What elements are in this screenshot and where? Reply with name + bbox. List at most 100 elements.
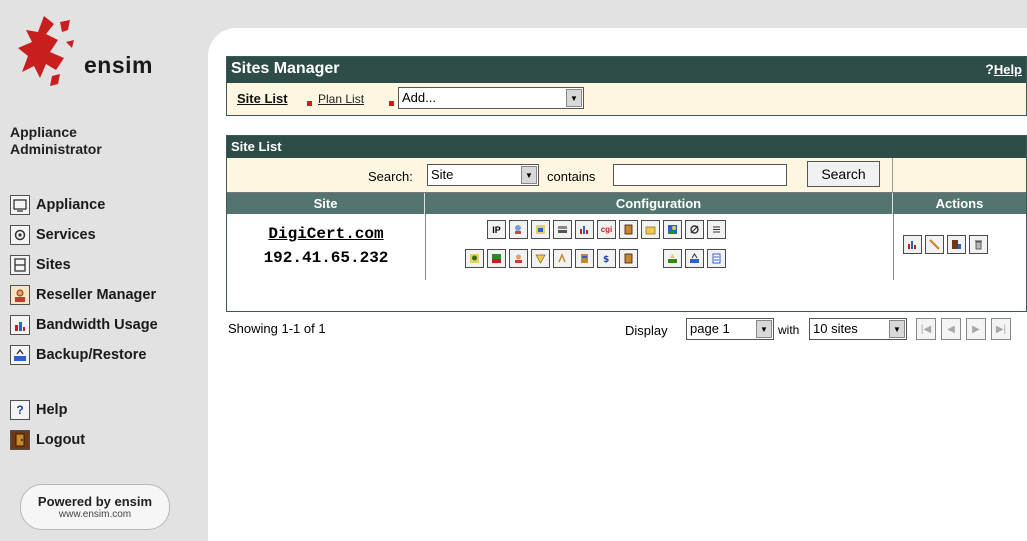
nav-label-help: Help bbox=[36, 402, 68, 418]
upload-config-icon[interactable] bbox=[663, 249, 682, 268]
ip-icon-text: IP bbox=[492, 224, 501, 235]
search-input[interactable] bbox=[613, 164, 787, 186]
column-header-configuration: Configuration bbox=[425, 193, 893, 214]
add-select-value: Add... bbox=[402, 90, 436, 105]
sites-icon bbox=[10, 255, 30, 275]
database-config-icon[interactable] bbox=[575, 249, 594, 268]
log-config-icon[interactable] bbox=[707, 249, 726, 268]
nav-item-backup-restore[interactable]: Backup/Restore bbox=[10, 343, 146, 367]
sidebar: ensim Appliance Administrator Appliance … bbox=[0, 0, 208, 541]
edit-pencil-icon[interactable] bbox=[925, 235, 944, 254]
site-name-link[interactable]: DigiCert.com bbox=[227, 225, 425, 243]
file-manager-icon[interactable] bbox=[531, 220, 550, 239]
help-link-label: Help bbox=[993, 62, 1022, 77]
last-page-icon[interactable]: ▶| bbox=[991, 318, 1011, 340]
column-header-actions: Actions bbox=[935, 196, 984, 211]
server-config-icon[interactable] bbox=[553, 220, 572, 239]
tab-site-list[interactable]: Site List bbox=[237, 91, 288, 106]
per-page-value: 10 sites bbox=[813, 321, 858, 336]
search-field-select[interactable]: Site ▼ bbox=[427, 164, 539, 186]
user-search-icon[interactable] bbox=[509, 220, 528, 239]
suspend-action-icon[interactable] bbox=[947, 235, 966, 254]
nav-item-services[interactable]: Services bbox=[10, 223, 96, 247]
ensim-logo[interactable]: ensim bbox=[16, 12, 176, 90]
logo-text: ensim bbox=[84, 52, 153, 78]
nav-label-sites: Sites bbox=[36, 257, 71, 273]
nav-item-bandwidth-usage[interactable]: Bandwidth Usage bbox=[10, 313, 158, 337]
door-access-icon[interactable] bbox=[619, 249, 638, 268]
help-question-mark: ? bbox=[985, 61, 994, 77]
help-link[interactable]: ?Help bbox=[985, 61, 1022, 77]
role-title: Appliance Administrator bbox=[10, 124, 102, 157]
with-label: with bbox=[778, 323, 800, 337]
reseller-user-icon[interactable] bbox=[509, 249, 528, 268]
per-page-select[interactable]: 10 sites ▼ bbox=[809, 318, 907, 340]
cell-divider bbox=[893, 214, 894, 280]
nav-separator-dot bbox=[389, 101, 394, 106]
search-label: Search: bbox=[368, 169, 413, 184]
user-mgmt-icon[interactable] bbox=[465, 249, 484, 268]
ssl-config-icon[interactable] bbox=[531, 249, 550, 268]
svg-text:$: $ bbox=[603, 255, 609, 264]
cgi-config-icon[interactable]: cgi bbox=[597, 220, 616, 239]
search-row: Search: Site ▼ contains Search bbox=[227, 158, 1026, 193]
powered-by-url: www.ensim.com bbox=[58, 509, 132, 520]
table-header: Site Configuration Actions bbox=[227, 193, 1026, 214]
search-button[interactable]: Search bbox=[807, 161, 880, 187]
site-ip: 192.41.65.232 bbox=[263, 249, 389, 267]
sites-manager-nav: Site List Plan List Add... ▼ bbox=[227, 83, 1026, 115]
nav-separator-dot bbox=[307, 101, 312, 106]
ip-config-icon[interactable]: IP bbox=[487, 220, 506, 239]
contains-label: contains bbox=[547, 169, 596, 184]
bandwidth-chart-icon[interactable] bbox=[575, 220, 594, 239]
folder-config-icon[interactable] bbox=[641, 220, 660, 239]
chevron-down-icon[interactable]: ▼ bbox=[566, 89, 582, 107]
search-row-divider bbox=[892, 158, 893, 193]
pagination-summary: Showing 1-1 of 1 bbox=[228, 321, 326, 336]
column-header-site[interactable]: Site bbox=[227, 193, 425, 214]
nav-label-bandwidth-usage: Bandwidth Usage bbox=[36, 317, 158, 333]
backup-icon bbox=[10, 345, 30, 365]
image-config-icon[interactable] bbox=[663, 220, 682, 239]
list-config-icon[interactable] bbox=[707, 220, 726, 239]
trash-icon[interactable] bbox=[969, 235, 988, 254]
nav-item-help[interactable]: ? Help bbox=[10, 398, 67, 422]
powered-by-badge[interactable]: Powered by ensim www.ensim.com bbox=[20, 484, 170, 530]
php-config-icon[interactable]: $ bbox=[597, 249, 616, 268]
prev-page-icon[interactable]: ◀ bbox=[941, 318, 961, 340]
nav-label-backup-restore: Backup/Restore bbox=[36, 347, 147, 363]
usage-action-icon[interactable] bbox=[903, 235, 922, 254]
page-select-value: page 1 bbox=[690, 321, 730, 336]
next-page-icon[interactable]: ▶ bbox=[966, 318, 986, 340]
nav-item-logout[interactable]: Logout bbox=[10, 428, 85, 452]
backup-config-icon[interactable] bbox=[685, 249, 704, 268]
sites-manager-panel: Sites Manager ?Help Site List Plan List … bbox=[226, 56, 1027, 116]
script-config-icon[interactable] bbox=[553, 249, 572, 268]
page-select[interactable]: page 1 ▼ bbox=[686, 318, 774, 340]
nav-item-sites[interactable]: Sites bbox=[10, 253, 71, 277]
add-select[interactable]: Add... ▼ bbox=[398, 87, 584, 109]
main-area: Sites Manager ?Help Site List Plan List … bbox=[208, 0, 1027, 541]
site-list-title: Site List bbox=[231, 139, 282, 154]
reseller-icon bbox=[10, 285, 30, 305]
tab-plan-list[interactable]: Plan List bbox=[318, 92, 364, 106]
chevron-down-icon[interactable]: ▼ bbox=[521, 166, 537, 184]
chevron-down-icon[interactable]: ▼ bbox=[756, 320, 772, 338]
sites-manager-header: Sites Manager ?Help bbox=[227, 57, 1026, 83]
content-panel: Sites Manager ?Help Site List Plan List … bbox=[208, 28, 1027, 541]
nav-label-services: Services bbox=[36, 227, 96, 243]
nav-item-reseller-manager[interactable]: Reseller Manager bbox=[10, 283, 156, 307]
cgi-icon-text: cgi bbox=[600, 225, 613, 234]
ftp-config-icon[interactable] bbox=[487, 249, 506, 268]
door-config-icon[interactable] bbox=[619, 220, 638, 239]
first-page-icon[interactable]: |◀ bbox=[916, 318, 936, 340]
site-list-header: Site List bbox=[227, 136, 1026, 158]
chevron-down-icon[interactable]: ▼ bbox=[889, 320, 905, 338]
site-list-panel: Site List Search: Site ▼ contains Search… bbox=[226, 135, 1027, 312]
nav-label-appliance: Appliance bbox=[36, 197, 106, 213]
nav-item-appliance[interactable]: Appliance bbox=[10, 193, 105, 217]
page-title: Sites Manager bbox=[231, 60, 340, 77]
search-field-value: Site bbox=[431, 167, 454, 182]
tools-config-icon[interactable] bbox=[685, 220, 704, 239]
display-label: Display bbox=[625, 323, 668, 338]
